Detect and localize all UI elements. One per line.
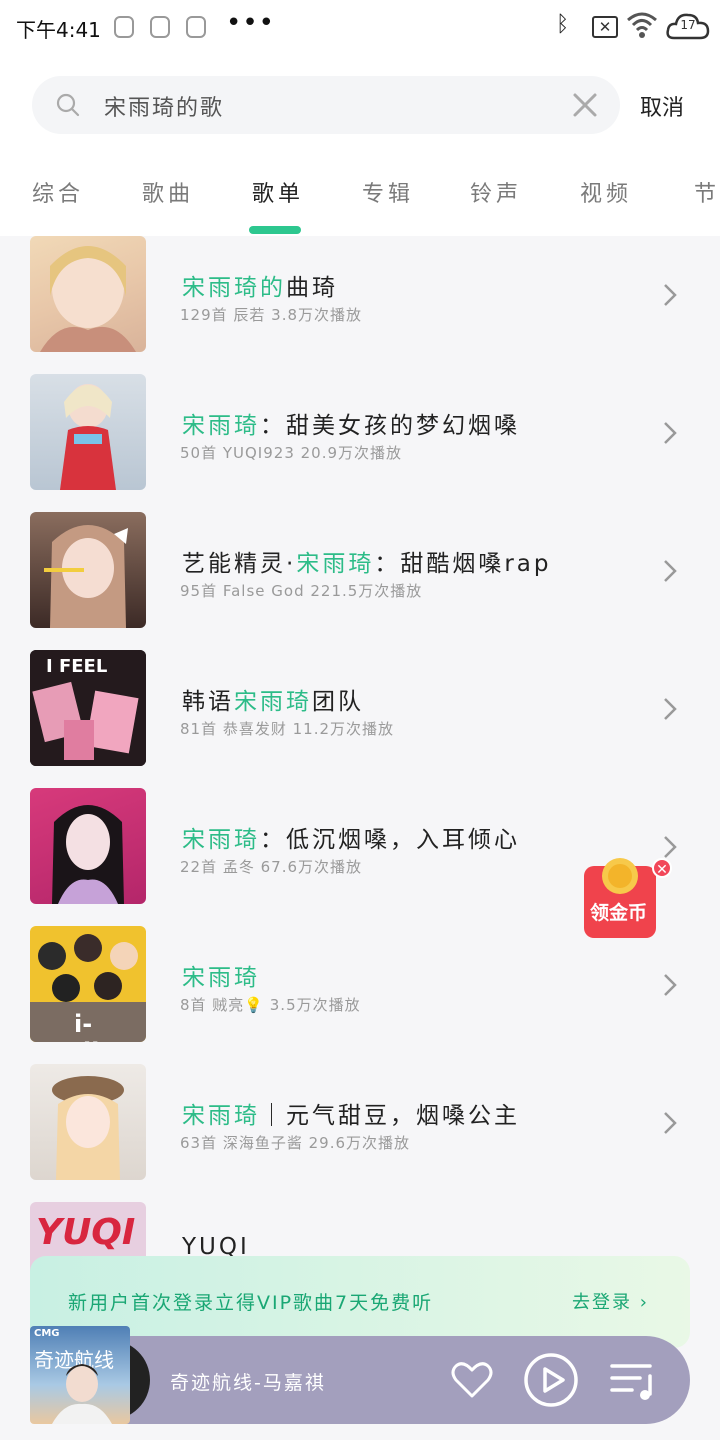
- playlist-meta: 129首 辰若 3.8万次播放: [180, 306, 363, 324]
- cloud-count: 17: [680, 18, 696, 32]
- playlist-icon[interactable]: [610, 1360, 656, 1402]
- tab-playlists[interactable]: 歌单: [252, 176, 304, 208]
- status-bar: 下午4:41 ••• ᛒ ✕ 17: [0, 0, 720, 56]
- chevron-right-icon: [664, 1112, 677, 1134]
- wifi-icon: [627, 12, 657, 38]
- tab-comprehensive[interactable]: 综合: [32, 176, 84, 208]
- list-item[interactable]: 宋雨琦的曲琦 129首 辰若 3.8万次播放: [0, 236, 720, 374]
- heart-icon[interactable]: [450, 1358, 494, 1402]
- search-box[interactable]: 宋雨琦的歌: [32, 76, 620, 134]
- search-header: 宋雨琦的歌 取消 综合 歌曲 歌单 专辑 铃声 视频 节: [0, 56, 720, 236]
- cover-text: YUQI: [36, 1212, 136, 1253]
- playlist-cover: i-dle*: [30, 926, 146, 1042]
- now-playing-title: 奇迹航线-马嘉祺: [170, 1372, 326, 1394]
- tab-videos[interactable]: 视频: [580, 176, 632, 208]
- list-item[interactable]: i-dle* 宋雨琦 8首 贼亮💡 3.5万次播放: [0, 926, 720, 1064]
- chevron-right-icon: [664, 836, 677, 858]
- cancel-button[interactable]: 取消: [640, 90, 684, 122]
- list-item[interactable]: 艺能精灵·宋雨琦：甜酷烟嗓rap 95首 False God 221.5万次播放: [0, 512, 720, 650]
- playlist-meta: 22首 孟冬 67.6万次播放: [180, 858, 363, 876]
- tab-programs[interactable]: 节: [694, 176, 720, 208]
- playlist-title: 宋雨琦｜元气甜豆，烟嗓公主: [182, 1103, 520, 1129]
- bluetooth-icon: ᛒ: [556, 12, 570, 37]
- search-input[interactable]: 宋雨琦的歌: [104, 90, 224, 122]
- notification-icon: [186, 16, 206, 38]
- playlist-title: 艺能精灵·宋雨琦：甜酷烟嗓rap: [182, 551, 552, 577]
- coin-badge-label: 领金币: [590, 902, 648, 924]
- search-icon: [56, 93, 80, 117]
- no-sim-icon: ✕: [592, 16, 618, 38]
- chevron-right-icon: [664, 698, 677, 720]
- playlist-meta: 81首 恭喜发财 11.2万次播放: [180, 720, 395, 738]
- playlist-title: 宋雨琦: [182, 965, 260, 991]
- chevron-right-icon: [664, 974, 677, 996]
- playlist-meta: 50首 YUQI923 20.9万次播放: [180, 444, 403, 462]
- cover-text: I FEEL: [46, 656, 108, 677]
- more-notifications-icon: •••: [226, 8, 276, 38]
- playlist-title: 宋雨琦的曲琦: [182, 275, 338, 301]
- list-item[interactable]: 宋雨琦：甜美女孩的梦幻烟嗓 50首 YUQI923 20.9万次播放: [0, 374, 720, 512]
- list-item[interactable]: I FEEL 韩语宋雨琦团队 81首 恭喜发财 11.2万次播放: [0, 650, 720, 788]
- chevron-right-icon: [664, 284, 677, 306]
- chevron-right-icon: [664, 560, 677, 582]
- playlist-meta: 8首 贼亮💡 3.5万次播放: [180, 996, 361, 1014]
- active-tab-indicator: [249, 226, 301, 234]
- playlist-cover: [30, 788, 146, 904]
- playlist-cover: [30, 512, 146, 628]
- list-item[interactable]: 宋雨琦｜元气甜豆，烟嗓公主 63首 深海鱼子酱 29.6万次播放: [0, 1064, 720, 1202]
- playlist-cover: I FEEL: [30, 650, 146, 766]
- notification-icon: [150, 16, 170, 38]
- tab-songs[interactable]: 歌曲: [142, 176, 194, 208]
- playlist-meta: 63首 深海鱼子酱 29.6万次播放: [180, 1134, 411, 1152]
- playlist-cover: [30, 236, 146, 352]
- cover-text: i-dle*: [74, 1010, 128, 1042]
- gold-coin-badge[interactable]: 领金币: [582, 856, 658, 940]
- tab-bar: 综合 歌曲 歌单 专辑 铃声 视频 节: [0, 168, 720, 236]
- status-time: 下午4:41: [16, 18, 101, 42]
- clear-icon[interactable]: [570, 90, 600, 120]
- login-link[interactable]: 去登录 ›: [572, 1288, 649, 1314]
- mini-player[interactable]: [62, 1336, 690, 1424]
- tab-albums[interactable]: 专辑: [362, 176, 414, 208]
- now-playing-cover[interactable]: CMG 奇迹航线: [30, 1326, 130, 1424]
- close-icon[interactable]: ✕: [652, 858, 672, 878]
- cloud-icon: 17: [666, 10, 710, 42]
- playlist-cover: [30, 374, 146, 490]
- playlist-title: 宋雨琦：甜美女孩的梦幻烟嗓: [182, 413, 520, 439]
- chevron-right-icon: [664, 422, 677, 444]
- login-promo-text: 新用户首次登录立得VIP歌曲7天免费听: [68, 1292, 434, 1314]
- playlist-meta: 95首 False God 221.5万次播放: [180, 582, 423, 600]
- playlist-title: 韩语宋雨琦团队: [182, 689, 364, 715]
- play-icon[interactable]: [523, 1352, 579, 1408]
- playlist-cover: [30, 1064, 146, 1180]
- tab-ringtones[interactable]: 铃声: [470, 176, 522, 208]
- notification-icon: [114, 16, 134, 38]
- playlist-title: 宋雨琦：低沉烟嗓，入耳倾心: [182, 827, 520, 853]
